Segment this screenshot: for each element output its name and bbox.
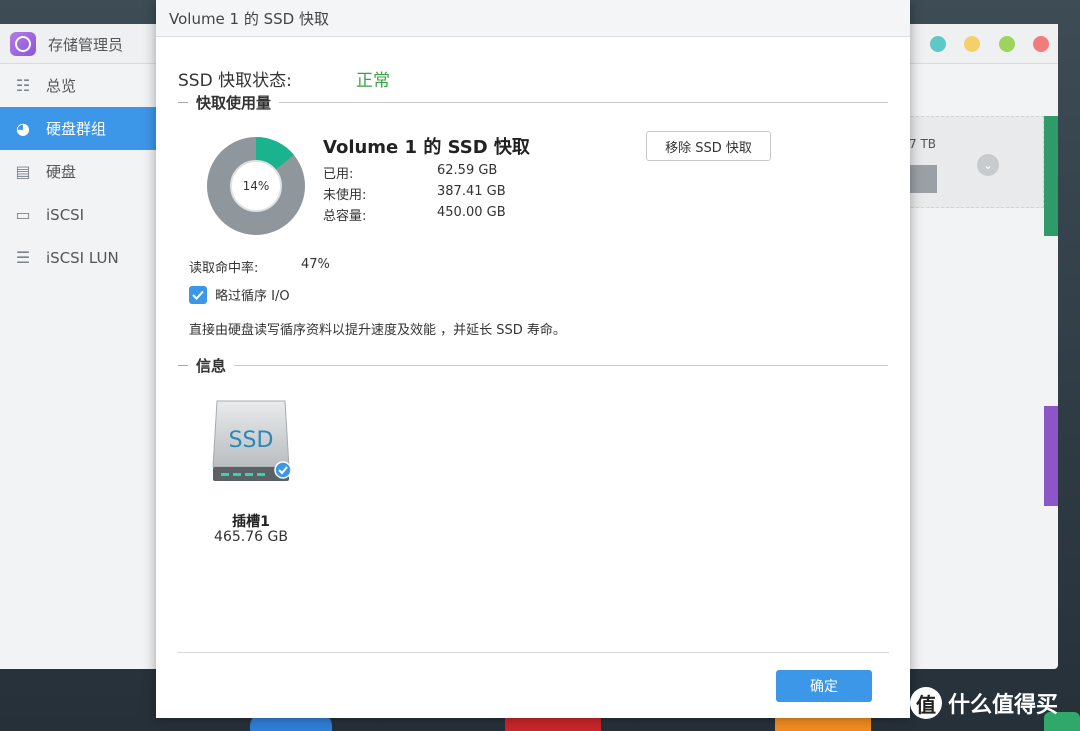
info-section-title: 信息 (196, 357, 227, 375)
sidebar-item-overview[interactable]: ☷ 总览 (0, 64, 157, 107)
disk-group-icon: ◕ (16, 119, 30, 138)
iscsi-lun-icon: ☰ (15, 248, 31, 267)
sidebar-item-label: 总览 (46, 77, 77, 95)
capacity-bar (907, 165, 937, 193)
status-value: 正常 (356, 71, 390, 91)
maximize-button[interactable] (999, 36, 1015, 52)
volume-capacity: 7 TB (909, 137, 937, 151)
chevron-down-icon[interactable]: ⌄ (977, 154, 999, 176)
volume-panel: 7 TB ⌄ (906, 116, 1044, 208)
app-title: 存储管理员 (48, 36, 124, 54)
status-label: SSD 快取状态: (178, 71, 292, 91)
cache-status-row: SSD 快取状态: 正常 (178, 66, 390, 91)
sidebar-item-label: iSCSI (46, 205, 85, 224)
total-value: 450.00 GB (437, 205, 506, 220)
watermark-text: 什么值得买 (948, 693, 1059, 718)
sidebar-item-iscsi[interactable]: ▭ iSCSI (0, 193, 157, 236)
sidebar-item-label: iSCSI LUN (46, 248, 119, 267)
sidebar-item-hdd[interactable]: ▤ 硬盘 (0, 150, 157, 193)
donut-percent: 14% (243, 179, 270, 193)
hdd-icon: ▤ (15, 162, 31, 181)
used-label: 已用: (323, 167, 354, 182)
ok-button[interactable]: 确定 (776, 670, 872, 702)
desktop-widget (1044, 116, 1058, 236)
skip-sequential-description: 直接由硬盘读写循序资料以提升速度及效能 ，并延长 SSD 寿命。 (189, 323, 566, 338)
slot-name: 插槽1 (232, 514, 270, 530)
desktop-widget (1044, 406, 1058, 506)
sidebar-item-label: 硬盘 (46, 163, 77, 181)
ssd-cache-dialog: Volume 1 的 SSD 快取 SSD 快取状态: 正常 快取使用量 14%… (156, 0, 910, 718)
check-badge-icon (274, 461, 291, 479)
hit-rate-row: 读取命中率: 47% (189, 257, 330, 276)
unused-value: 387.41 GB (437, 184, 506, 199)
dialog-title: Volume 1 的 SSD 快取 (169, 9, 329, 28)
ssd-label: SSD (229, 428, 274, 453)
skip-sequential-io-checkbox[interactable] (189, 285, 207, 304)
used-value: 62.59 GB (437, 163, 498, 178)
info-section-header: 信息 (178, 355, 888, 376)
watermark-logo: 值 (910, 687, 942, 719)
dialog-titlebar: Volume 1 的 SSD 快取 (156, 0, 910, 37)
sidebar: ☷ 总览 ◕ 硬盘群组 ▤ 硬盘 ▭ iSCSI ☰ iSCSI LUN (0, 64, 157, 669)
storage-manager-app-icon (10, 32, 36, 56)
hit-rate-value: 47% (301, 257, 330, 272)
sidebar-item-iscsi-lun[interactable]: ☰ iSCSI LUN (0, 236, 157, 279)
volume-title: Volume 1 的 SSD 快取 (323, 137, 530, 158)
total-row: 总容量: 450.00 GB (323, 205, 506, 224)
watermark: 值 什么值得买 (910, 686, 1058, 720)
remove-ssd-cache-button[interactable]: 移除 SSD 快取 (646, 131, 771, 161)
minimize-button[interactable] (964, 36, 980, 52)
help-button[interactable] (930, 36, 946, 52)
skip-sequential-io-label: 略过循序 I/O (215, 289, 290, 304)
iscsi-icon: ▭ (15, 205, 31, 224)
sidebar-item-disk-group[interactable]: ◕ 硬盘群组 (0, 107, 157, 150)
unused-label: 未使用: (323, 188, 367, 203)
unused-row: 未使用: 387.41 GB (323, 184, 506, 203)
overview-icon: ☷ (15, 76, 31, 95)
usage-section-title: 快取使用量 (196, 94, 272, 112)
slot-size: 465.76 GB (214, 529, 288, 545)
footer-divider (177, 652, 889, 653)
cache-usage-donut: 14% (207, 137, 305, 235)
usage-section-header: 快取使用量 (178, 92, 888, 113)
sidebar-item-label: 硬盘群组 (46, 120, 107, 138)
close-button[interactable] (1033, 36, 1049, 52)
checkmark-icon (192, 290, 204, 300)
ssd-drive-icon[interactable]: SSD (211, 397, 291, 483)
used-row: 已用: 62.59 GB (323, 163, 497, 182)
total-label: 总容量: (323, 209, 367, 224)
hit-rate-label: 读取命中率: (189, 261, 259, 276)
skip-sequential-io-row: 略过循序 I/O (189, 285, 290, 304)
